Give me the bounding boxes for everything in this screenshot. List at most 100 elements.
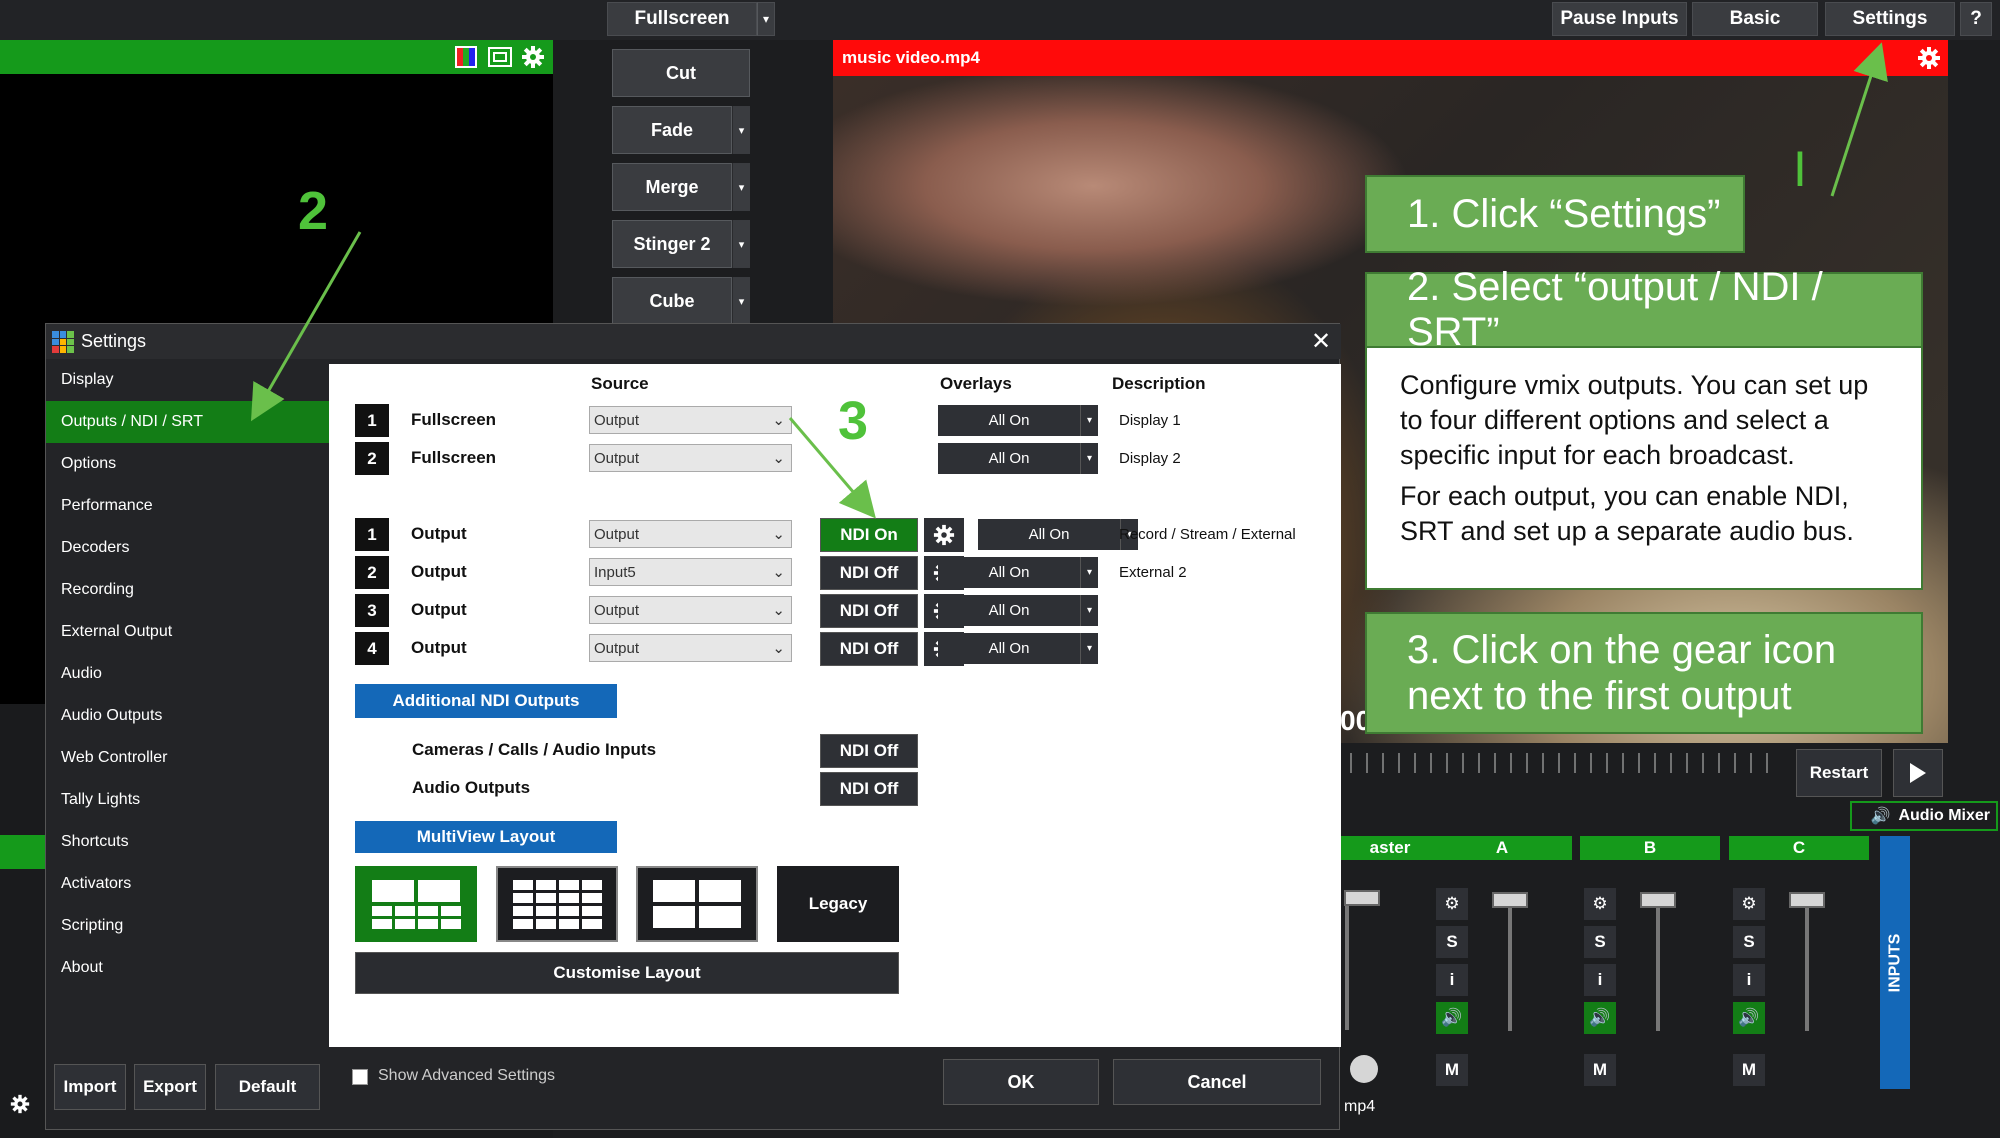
nav-item-outputs-ndi-srt[interactable]: Outputs / NDI / SRT: [46, 401, 329, 443]
ok-button[interactable]: OK: [943, 1059, 1099, 1105]
master-dial[interactable]: [1350, 1055, 1378, 1083]
customise-layout-button[interactable]: Customise Layout: [355, 952, 899, 994]
layout-legacy-button[interactable]: Legacy: [777, 866, 899, 942]
output-source-select[interactable]: Output ⌄: [589, 634, 792, 662]
timeline-ticks[interactable]: [1350, 753, 1770, 773]
nav-item-audio-outputs[interactable]: Audio Outputs: [46, 695, 329, 737]
cameras-ndi-button[interactable]: NDI Off: [820, 734, 918, 768]
channel-a-audio-button[interactable]: 🔊: [1436, 1002, 1468, 1034]
fullscreen-overlay-select[interactable]: All On ▾: [938, 405, 1098, 436]
fullscreen-overlay-select[interactable]: All On ▾: [938, 443, 1098, 474]
channel-c-mute-button[interactable]: M: [1733, 1054, 1765, 1086]
cancel-button[interactable]: Cancel: [1113, 1059, 1321, 1105]
play-button[interactable]: [1893, 749, 1943, 797]
master-slider-knob[interactable]: [1344, 890, 1380, 906]
output-overlay-select[interactable]: All On ▾: [978, 519, 1138, 550]
inputs-tab[interactable]: INPUTS: [1880, 836, 1910, 1089]
chevron-down-icon: ⌄: [772, 564, 785, 581]
nav-item-recording[interactable]: Recording: [46, 569, 329, 611]
ndi-toggle-button[interactable]: NDI Off: [820, 556, 918, 590]
ndi-toggle-button[interactable]: NDI On: [820, 518, 918, 552]
transition-merge-button[interactable]: Merge: [612, 163, 732, 211]
channel-b-info-button[interactable]: i: [1584, 964, 1616, 996]
channel-c-slider-knob[interactable]: [1789, 892, 1825, 908]
fullscreen-button[interactable]: Fullscreen: [607, 2, 757, 36]
layout-option-2[interactable]: [496, 866, 618, 942]
output-gear-button[interactable]: [924, 518, 964, 552]
ndi-toggle-button[interactable]: NDI Off: [820, 632, 918, 666]
default-button[interactable]: Default: [215, 1064, 320, 1110]
channel-b-solo-button[interactable]: S: [1584, 926, 1616, 958]
nav-item-decoders[interactable]: Decoders: [46, 527, 329, 569]
gear-icon[interactable]: [521, 45, 545, 69]
nav-item-tally-lights[interactable]: Tally Lights: [46, 779, 329, 821]
transition-cut-button[interactable]: Cut: [612, 49, 750, 97]
nav-item-web-controller[interactable]: Web Controller: [46, 737, 329, 779]
nav-item-external-output[interactable]: External Output: [46, 611, 329, 653]
channel-c-gear-button[interactable]: ⚙: [1733, 888, 1765, 920]
channel-b-gear-button[interactable]: ⚙: [1584, 888, 1616, 920]
channel-c-info-button[interactable]: i: [1733, 964, 1765, 996]
nav-item-about[interactable]: About: [46, 947, 329, 989]
nav-item-options[interactable]: Options: [46, 443, 329, 485]
output-overlay-select[interactable]: All On ▾: [938, 557, 1098, 588]
channel-a-gear-button[interactable]: ⚙: [1436, 888, 1468, 920]
output-overlay-select[interactable]: All On ▾: [938, 595, 1098, 626]
layout-quad-icon: [653, 880, 741, 928]
ndi-toggle-button[interactable]: NDI Off: [820, 594, 918, 628]
channel-b-mute-button[interactable]: M: [1584, 1054, 1616, 1086]
nav-item-scripting[interactable]: Scripting: [46, 905, 329, 947]
nav-item-audio[interactable]: Audio: [46, 653, 329, 695]
settings-button[interactable]: Settings: [1825, 2, 1955, 36]
channel-a-info-button[interactable]: i: [1436, 964, 1468, 996]
transition-fade-dropdown[interactable]: ▾: [732, 106, 750, 154]
close-icon[interactable]: ✕: [1308, 328, 1334, 355]
channel-b-audio-button[interactable]: 🔊: [1584, 1002, 1616, 1034]
screen-icon[interactable]: [488, 47, 512, 67]
basic-button[interactable]: Basic: [1692, 2, 1818, 36]
channel-c-solo-button[interactable]: S: [1733, 926, 1765, 958]
transition-stinger-dropdown[interactable]: ▾: [732, 220, 750, 268]
channel-a-mute-button[interactable]: M: [1436, 1054, 1468, 1086]
output-source-select[interactable]: Output ⌄: [589, 596, 792, 624]
import-button[interactable]: Import: [54, 1064, 126, 1110]
nav-item-shortcuts[interactable]: Shortcuts: [46, 821, 329, 863]
show-advanced-checkbox[interactable]: [352, 1069, 368, 1085]
pause-inputs-button[interactable]: Pause Inputs: [1552, 2, 1687, 36]
transition-fade-button[interactable]: Fade: [612, 106, 732, 154]
color-bars-icon[interactable]: [455, 46, 477, 68]
nav-item-activators[interactable]: Activators: [46, 863, 329, 905]
fullscreen-source-select[interactable]: Output ⌄: [589, 444, 792, 472]
output-overlay-value: All On: [988, 602, 1030, 619]
export-button[interactable]: Export: [134, 1064, 206, 1110]
nav-item-performance[interactable]: Performance: [46, 485, 329, 527]
nav-item-display-label: Display: [61, 371, 114, 388]
output-source-select[interactable]: Input5 ⌄: [589, 558, 792, 586]
audio-mixer-tab[interactable]: 🔊 Audio Mixer: [1850, 801, 1998, 831]
channel-b-slider-knob[interactable]: [1640, 892, 1676, 908]
transition-merge-dropdown[interactable]: ▾: [732, 163, 750, 211]
restart-button[interactable]: Restart: [1796, 749, 1882, 797]
channel-a-slider-track: [1508, 896, 1512, 1031]
fullscreen-dropdown-button[interactable]: ▾: [757, 2, 775, 36]
nav-item-display[interactable]: Display: [46, 359, 329, 401]
help-button[interactable]: ?: [1960, 2, 1992, 36]
output-overlay-value: All On: [1028, 526, 1070, 543]
layout-option-1[interactable]: [355, 866, 477, 942]
channel-a-solo-button[interactable]: S: [1436, 926, 1468, 958]
callout-step2-body-1: Configure vmix outputs. You can set up t…: [1400, 370, 1869, 470]
fullscreen-row: 2 Fullscreen Output ⌄ All On ▾ Display 2: [329, 442, 1329, 476]
transition-cube-button[interactable]: Cube: [612, 277, 732, 325]
output-gear-icon[interactable]: [1917, 46, 1941, 70]
output-source-select[interactable]: Output ⌄: [589, 520, 792, 548]
fullscreen-source-select[interactable]: Output ⌄: [589, 406, 792, 434]
corner-gear-icon[interactable]: [10, 1094, 30, 1114]
channel-a-slider-knob[interactable]: [1492, 892, 1528, 908]
transition-stinger-button[interactable]: Stinger 2: [612, 220, 732, 268]
audio-outputs-ndi-button[interactable]: NDI Off: [820, 772, 918, 806]
channel-c-audio-button[interactable]: 🔊: [1733, 1002, 1765, 1034]
transition-cube-dropdown[interactable]: ▾: [732, 277, 750, 325]
layout-option-3[interactable]: [636, 866, 758, 942]
chevron-down-icon: ▾: [1080, 405, 1098, 436]
output-overlay-select[interactable]: All On ▾: [938, 633, 1098, 664]
